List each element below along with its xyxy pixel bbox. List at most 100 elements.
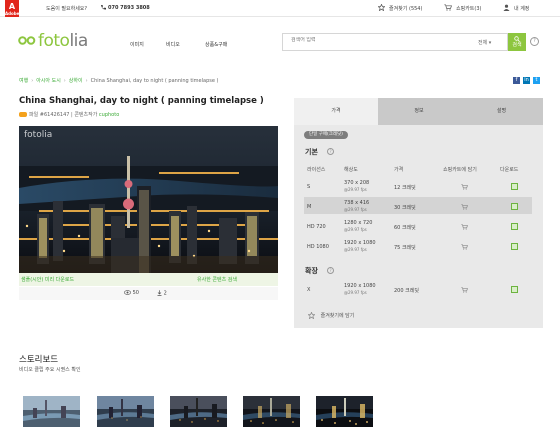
storyboard-thumbnail[interactable] xyxy=(170,396,227,427)
help-icon[interactable]: ? xyxy=(530,37,539,46)
license-hd1080: HD 1080 xyxy=(307,244,329,250)
download-button[interactable] xyxy=(511,223,518,230)
cart-icon[interactable] xyxy=(461,287,468,293)
add-to-favorites-button[interactable]: 즐겨찾기에 담기 xyxy=(307,311,355,320)
search-box xyxy=(282,33,508,51)
column-add-to-cart: 쇼핑카트에 담기 xyxy=(443,167,477,173)
breadcrumb-travel[interactable]: 여행 xyxy=(19,78,28,84)
download-icon xyxy=(157,290,162,296)
adobe-a-icon: A xyxy=(8,2,16,11)
linkedin-icon[interactable]: in xyxy=(523,77,530,84)
nav-images[interactable]: 이미지 xyxy=(130,41,144,48)
basic-section-title: 기본 xyxy=(305,148,318,156)
cart-link[interactable]: 쇼핑카트(3) xyxy=(456,5,481,12)
sample-download-link[interactable]: 샘플(시안) 미리 다운로드 xyxy=(21,276,74,283)
user-icon xyxy=(503,4,510,11)
help-link[interactable]: 도움이 필요하세요? xyxy=(46,5,87,12)
adobe-logo[interactable]: A Adobe xyxy=(5,0,19,17)
stats-bar xyxy=(19,287,278,300)
phone-number: 070 7893 3808 xyxy=(108,5,150,11)
price-hd1080: 75 크레딧 xyxy=(394,245,416,251)
fps-x: @29.97 fps xyxy=(344,290,367,295)
tab-info[interactable]: 정보 xyxy=(378,98,460,125)
resolution-m: 738 x 416 xyxy=(344,200,370,206)
chevron-down-icon: ▾ xyxy=(488,40,492,46)
search-button-label: 검색 xyxy=(512,42,522,48)
download-count-value: 2 xyxy=(163,290,167,297)
download-button[interactable] xyxy=(511,203,518,210)
download-count: 2 xyxy=(157,290,167,297)
fotolia-logo[interactable]: fotolia xyxy=(38,31,88,51)
search-input[interactable] xyxy=(291,37,451,43)
fps-hd1080: @29.97 fps xyxy=(344,247,367,252)
breadcrumb-shanghai[interactable]: 상하이 xyxy=(69,78,83,84)
cart-icon xyxy=(444,4,452,11)
cart-icon[interactable] xyxy=(461,204,468,210)
question-icon[interactable]: ? xyxy=(327,267,334,274)
star-icon xyxy=(307,311,316,320)
price-s: 12 크레딧 xyxy=(394,185,416,191)
search-button[interactable]: 검색 xyxy=(508,33,526,51)
storyboard-title: 스토리보드 xyxy=(19,355,59,365)
row-highlight xyxy=(304,197,532,214)
star-icon xyxy=(378,4,385,11)
similar-content-link[interactable]: 유사한 콘텐츠 검색 xyxy=(197,276,237,283)
download-button[interactable] xyxy=(511,286,518,293)
storyboard-subtitle: 비디오 클립 주요 시퀀스 확인 xyxy=(19,367,81,373)
nav-video[interactable]: 비디오 xyxy=(166,41,180,48)
breadcrumb: 여행 › 아시아 도시 › 상하이 › China Shanghai, day to nig… xyxy=(19,78,219,84)
storyboard-thumbnail[interactable] xyxy=(97,396,154,427)
file-info: 파일 #61426147 | 콘텐츠작가 cuphoto xyxy=(19,111,119,118)
file-label: 파일 xyxy=(29,112,39,118)
fps-hd720: @29.97 fps xyxy=(344,227,367,232)
column-license: 라이선스 xyxy=(307,167,326,173)
resolution-s: 370 x 208 xyxy=(344,180,370,186)
price-x: 200 크레딧 xyxy=(394,288,419,294)
license-hd720: HD 720 xyxy=(307,224,326,230)
account-link[interactable]: 내 계정 xyxy=(514,5,529,12)
resolution-x: 1920 x 1080 xyxy=(344,283,376,289)
license-s: S xyxy=(307,184,311,190)
logo-suffix: lia xyxy=(69,31,88,51)
phone-icon xyxy=(101,5,106,10)
logo-brand: foto xyxy=(38,31,70,51)
breadcrumb-current: China Shanghai, day to night ( panning t… xyxy=(90,78,219,84)
search-scope-select[interactable]: 전체 ▾ xyxy=(478,39,491,46)
video-file-icon xyxy=(19,112,27,117)
tab-price[interactable]: 가격 xyxy=(294,98,378,125)
add-to-favorites-label: 즐겨찾기에 담기 xyxy=(320,313,355,319)
license-m: M xyxy=(307,204,312,210)
video-preview[interactable] xyxy=(19,126,278,273)
resolution-hd720: 1280 x 720 xyxy=(344,220,373,226)
cart-icon[interactable] xyxy=(461,224,468,230)
contributor-label: 콘텐츠작가 xyxy=(74,112,98,118)
storyboard-thumbnail[interactable] xyxy=(23,396,80,427)
extended-section-title: 확장 xyxy=(305,267,318,275)
adobe-label: Adobe xyxy=(5,11,20,16)
favorites-link[interactable]: 즐겨찾기 (554) xyxy=(389,5,422,12)
watermark: fotolia xyxy=(24,130,53,140)
fps-m: @29.97 fps xyxy=(344,207,367,212)
question-icon[interactable]: ? xyxy=(327,148,334,155)
column-resolution: 해상도 xyxy=(344,167,358,173)
twitter-icon[interactable]: t xyxy=(533,77,540,84)
download-button[interactable] xyxy=(511,183,518,190)
fotolia-logo-icon[interactable] xyxy=(18,36,37,45)
nav-products[interactable]: 상품&구매 xyxy=(205,41,227,48)
column-download: 다운로드 xyxy=(500,167,519,173)
resolution-hd1080: 1920 x 1080 xyxy=(344,240,376,246)
view-count-value: 50 xyxy=(132,290,139,296)
facebook-icon[interactable]: f xyxy=(513,77,520,84)
breadcrumb-asia-city[interactable]: 아시아 도시 xyxy=(36,78,61,84)
cart-icon[interactable] xyxy=(461,184,468,190)
contributor-link[interactable]: cuphoto xyxy=(99,112,119,118)
column-price: 가격 xyxy=(394,167,404,173)
storyboard-thumbnail[interactable] xyxy=(316,396,373,427)
license-x: X xyxy=(307,287,311,293)
tab-description[interactable]: 설명 xyxy=(460,98,543,125)
pricing-content xyxy=(294,125,543,328)
cart-icon[interactable] xyxy=(461,244,468,250)
price-hd720: 60 크레딧 xyxy=(394,225,416,231)
download-button[interactable] xyxy=(511,243,518,250)
storyboard-thumbnail[interactable] xyxy=(243,396,300,427)
